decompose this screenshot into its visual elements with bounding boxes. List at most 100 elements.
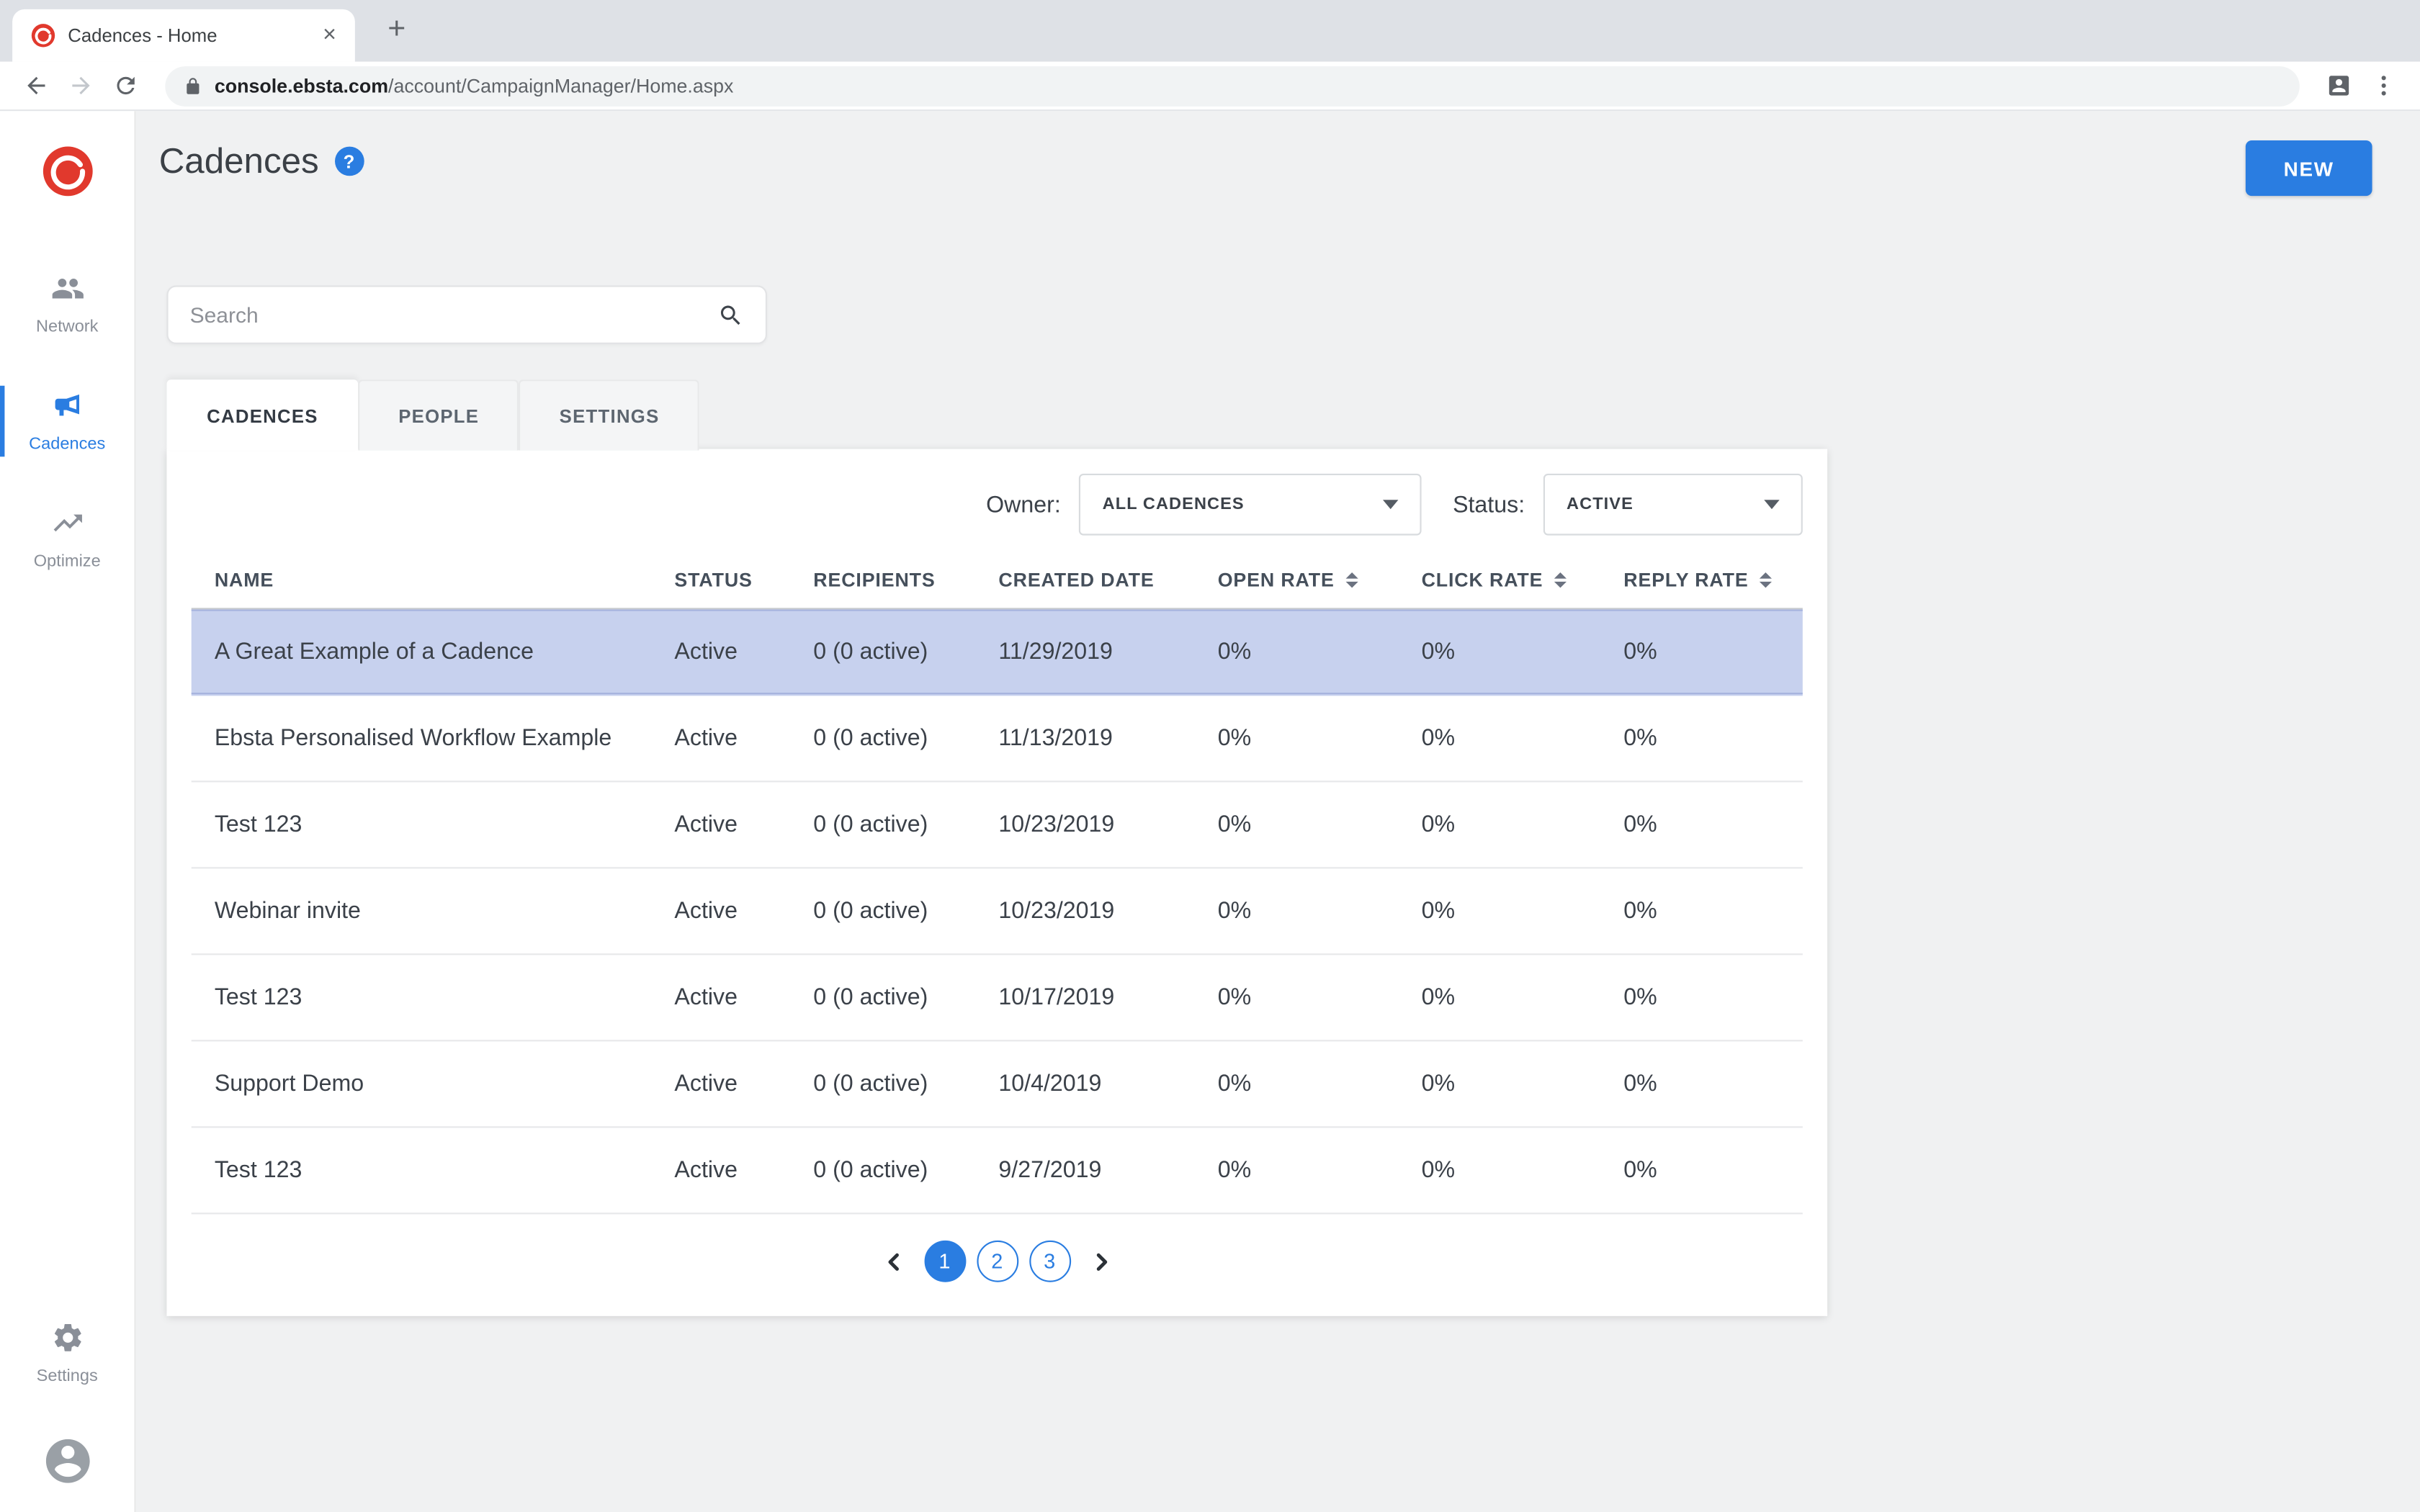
cell-created_date: 9/27/2019 — [998, 1157, 1217, 1183]
table-body: A Great Example of a CadenceActive0 (0 a… — [192, 609, 1803, 1214]
profile-icon[interactable] — [2318, 65, 2360, 107]
table-row[interactable]: Test 123Active0 (0 active)10/23/20190%0%… — [192, 782, 1803, 868]
chevron-right-icon[interactable] — [1088, 1248, 1116, 1276]
cell-click_rate: 0% — [1422, 639, 1624, 665]
cell-name: Ebsta Personalised Workflow Example — [215, 725, 675, 751]
owner-label: Owner: — [986, 492, 1061, 518]
cell-open_rate: 0% — [1218, 984, 1422, 1010]
cell-created_date: 10/17/2019 — [998, 984, 1217, 1010]
close-icon[interactable]: × — [316, 22, 342, 48]
tab-settings[interactable]: SETTINGS — [519, 379, 699, 451]
cell-reply_rate: 0% — [1623, 725, 1803, 751]
cell-recipients: 0 (0 active) — [813, 898, 998, 924]
cell-reply_rate: 0% — [1623, 1157, 1803, 1183]
forward-icon[interactable] — [60, 65, 102, 107]
help-icon[interactable]: ? — [334, 147, 364, 176]
cell-open_rate: 0% — [1218, 1071, 1422, 1097]
column-header-name: NAME — [215, 570, 675, 591]
sidebar-item-label: Cadences — [29, 435, 105, 454]
cell-click_rate: 0% — [1422, 1157, 1624, 1183]
table-row[interactable]: Support DemoActive0 (0 active)10/4/20190… — [192, 1041, 1803, 1128]
cell-status: Active — [674, 1071, 813, 1097]
page-1[interactable]: 1 — [924, 1241, 966, 1282]
trend-icon — [50, 506, 84, 545]
cell-reply_rate: 0% — [1623, 1071, 1803, 1097]
favicon — [31, 23, 55, 48]
ebsta-logo[interactable] — [41, 145, 94, 197]
cell-created_date: 10/4/2019 — [998, 1071, 1217, 1097]
cell-name: Test 123 — [215, 1157, 675, 1183]
sort-icon — [1760, 572, 1772, 588]
cell-recipients: 0 (0 active) — [813, 639, 998, 665]
browser-toolbar: console.ebsta.com/account/CampaignManage… — [0, 62, 2420, 112]
page-3[interactable]: 3 — [1028, 1241, 1070, 1282]
cell-name: Support Demo — [215, 1071, 675, 1097]
browser-menu-icon[interactable] — [2363, 65, 2405, 107]
chevron-down-icon — [1384, 500, 1399, 509]
sort-icon — [1554, 572, 1566, 588]
cell-created_date: 11/13/2019 — [998, 725, 1217, 751]
cell-status: Active — [674, 811, 813, 837]
browser-tab-title: Cadences - Home — [68, 24, 304, 46]
content-tabs: CADENCESPEOPLESETTINGS — [166, 379, 699, 451]
table-row[interactable]: Test 123Active0 (0 active)10/17/20190%0%… — [192, 955, 1803, 1041]
cell-created_date: 11/29/2019 — [998, 639, 1217, 665]
address-bar[interactable]: console.ebsta.com/account/CampaignManage… — [165, 66, 2300, 106]
sidebar-item-cadences[interactable]: Cadences — [0, 374, 134, 469]
owner-dropdown[interactable]: ALL CADENCES — [1079, 474, 1422, 536]
cell-name: A Great Example of a Cadence — [215, 639, 675, 665]
table-row[interactable]: A Great Example of a CadenceActive0 (0 a… — [192, 609, 1803, 696]
sidebar: Network Cadences Optimize Settings — [0, 111, 136, 1512]
browser-tab[interactable]: Cadences - Home × — [12, 9, 355, 62]
new-cadence-button[interactable]: NEW — [2246, 140, 2372, 196]
table-row[interactable]: Webinar inviteActive0 (0 active)10/23/20… — [192, 868, 1803, 955]
people-icon — [50, 271, 84, 310]
sidebar-item-network[interactable]: Network — [0, 256, 134, 352]
cell-recipients: 0 (0 active) — [813, 1157, 998, 1183]
cell-status: Active — [674, 725, 813, 751]
cell-recipients: 0 (0 active) — [813, 984, 998, 1010]
tab-cadences[interactable]: CADENCES — [166, 379, 358, 451]
cell-click_rate: 0% — [1422, 984, 1624, 1010]
status-label: Status: — [1453, 492, 1525, 518]
reload-icon[interactable] — [105, 65, 147, 107]
search-input[interactable] — [190, 302, 718, 327]
sidebar-item-settings[interactable]: Settings — [0, 1305, 134, 1401]
cell-created_date: 10/23/2019 — [998, 898, 1217, 924]
status-dropdown[interactable]: ACTIVE — [1543, 474, 1803, 536]
page-2[interactable]: 2 — [976, 1241, 1018, 1282]
cell-click_rate: 0% — [1422, 811, 1624, 837]
cadences-table: NAMESTATUSRECIPIENTSCREATED DATEOPEN RAT… — [166, 551, 1827, 1214]
table-row[interactable]: Ebsta Personalised Workflow ExampleActiv… — [192, 696, 1803, 782]
tab-people[interactable]: PEOPLE — [358, 379, 519, 451]
cell-status: Active — [674, 639, 813, 665]
pagination: 123 — [166, 1214, 1827, 1308]
avatar[interactable] — [41, 1435, 94, 1488]
column-header-reply-rate[interactable]: REPLY RATE — [1623, 570, 1803, 591]
cell-open_rate: 0% — [1218, 898, 1422, 924]
sidebar-item-label: Network — [36, 318, 98, 336]
page-title: Cadences — [159, 140, 319, 182]
lock-icon — [184, 76, 202, 95]
cell-recipients: 0 (0 active) — [813, 811, 998, 837]
column-header-recipients: RECIPIENTS — [813, 570, 998, 591]
screen: Cadences - Home × + console.ebsta.com/ac… — [0, 0, 2420, 1512]
sidebar-item-optimize[interactable]: Optimize — [0, 490, 134, 586]
chevron-left-icon[interactable] — [879, 1248, 907, 1276]
column-header-click-rate[interactable]: CLICK RATE — [1422, 570, 1624, 591]
sidebar-item-label: Settings — [37, 1367, 98, 1386]
cell-reply_rate: 0% — [1623, 984, 1803, 1010]
cell-click_rate: 0% — [1422, 725, 1624, 751]
back-icon[interactable] — [15, 65, 57, 107]
cell-click_rate: 0% — [1422, 898, 1624, 924]
search-icon[interactable] — [717, 302, 743, 328]
cell-open_rate: 0% — [1218, 725, 1422, 751]
column-header-open-rate[interactable]: OPEN RATE — [1218, 570, 1422, 591]
cell-name: Test 123 — [215, 984, 675, 1010]
new-tab-button[interactable]: + — [377, 11, 417, 51]
pagination-pages: 123 — [924, 1241, 1071, 1282]
cell-reply_rate: 0% — [1623, 811, 1803, 837]
table-row[interactable]: Test 123Active0 (0 active)9/27/20190%0%0… — [192, 1128, 1803, 1214]
cell-created_date: 10/23/2019 — [998, 811, 1217, 837]
cell-open_rate: 0% — [1218, 639, 1422, 665]
